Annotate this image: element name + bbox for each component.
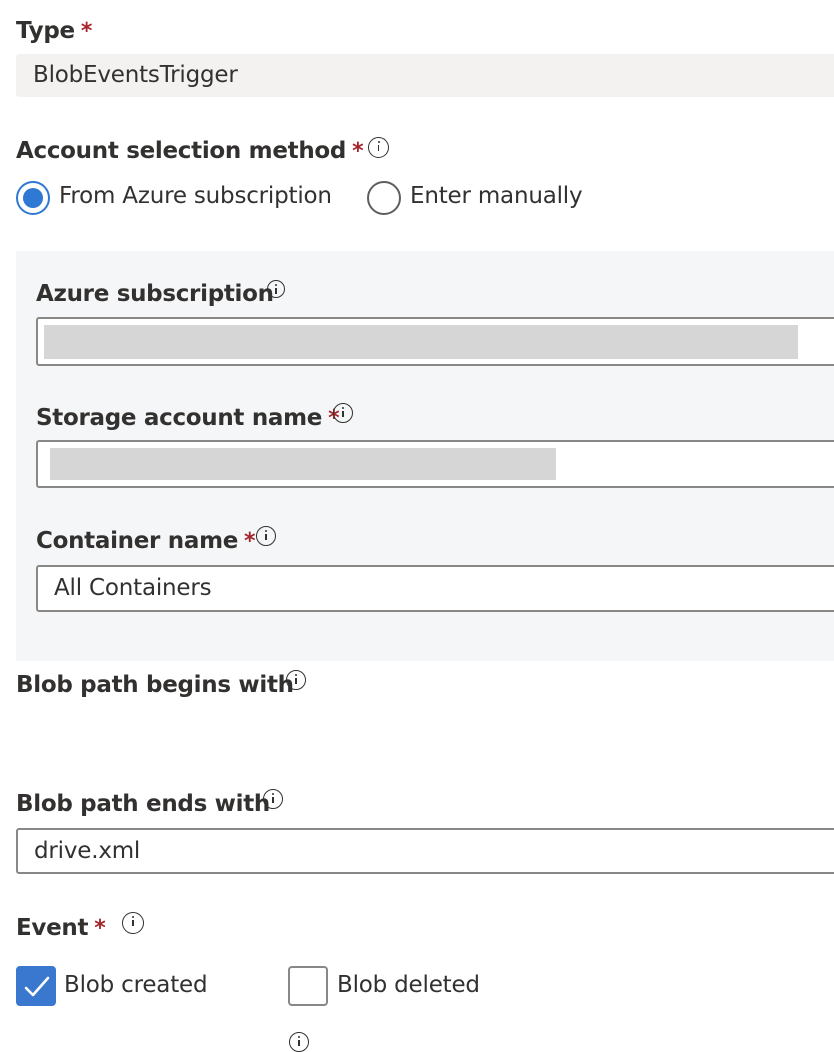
azure-subscription-dropdown[interactable]	[36, 317, 834, 366]
info-icon[interactable]	[289, 1032, 309, 1052]
blob-path-ends-input[interactable]: drive.xml	[16, 828, 834, 874]
checkbox-label: Blob created	[64, 972, 208, 998]
required-mark: *	[244, 529, 256, 554]
info-icon[interactable]	[333, 403, 353, 423]
azure-subscription-label-text: Azure subscription	[36, 281, 274, 307]
info-icon[interactable]	[263, 789, 283, 809]
container-name-dropdown[interactable]: All Containers	[36, 565, 834, 612]
checkbox-blob-deleted[interactable]: Blob deleted	[288, 966, 508, 1006]
info-icon[interactable]	[256, 526, 276, 546]
radio-button-selected[interactable]	[16, 181, 50, 215]
required-mark: *	[94, 916, 106, 941]
blob-path-ends-label-text: Blob path ends with	[16, 791, 270, 817]
redacted-value	[50, 448, 556, 480]
storage-account-dropdown[interactable]	[36, 440, 834, 488]
type-field: BlobEventsTrigger	[16, 54, 834, 97]
type-label-text: Type	[16, 18, 75, 44]
blob-path-ends-value: drive.xml	[34, 838, 141, 864]
blob-path-ends-label: Blob path ends with	[16, 790, 270, 818]
checkbox-checked[interactable]	[16, 966, 56, 1006]
checkbox-blob-created[interactable]: Blob created	[16, 966, 236, 1006]
info-icon[interactable]	[122, 912, 144, 934]
type-value: BlobEventsTrigger	[33, 62, 238, 88]
info-icon[interactable]	[286, 670, 306, 690]
required-mark: *	[80, 19, 93, 44]
storage-account-label-text: Storage account name	[36, 405, 323, 431]
container-name-label-text: Container name	[36, 528, 239, 554]
redacted-value	[44, 325, 798, 359]
account-selection-label-text: Account selection method	[16, 138, 347, 164]
container-name-value: All Containers	[54, 575, 212, 601]
event-label-text: Event	[16, 915, 89, 941]
checkbox-unchecked[interactable]	[288, 966, 328, 1006]
storage-account-label: Storage account name *	[36, 404, 340, 433]
azure-subscription-label: Azure subscription	[36, 280, 274, 308]
blob-path-begins-input[interactable]	[16, 708, 834, 754]
blob-path-begins-label: Blob path begins with	[16, 671, 294, 699]
info-icon[interactable]	[267, 280, 285, 298]
container-name-label: Container name *	[36, 527, 256, 556]
info-icon[interactable]	[368, 137, 389, 158]
radio-enter-manually[interactable]: Enter manually	[367, 181, 597, 217]
radio-from-azure-subscription[interactable]: From Azure subscription	[16, 181, 346, 217]
blob-path-begins-label-text: Blob path begins with	[16, 672, 294, 698]
checkbox-label: Blob deleted	[337, 972, 480, 998]
event-label: Event *	[16, 914, 106, 943]
radio-label: From Azure subscription	[59, 183, 332, 209]
radio-label: Enter manually	[410, 183, 583, 209]
account-selection-label: Account selection method *	[16, 137, 364, 166]
required-mark: *	[352, 139, 364, 164]
radio-button-unselected[interactable]	[367, 181, 401, 215]
type-label: Type *	[16, 17, 92, 46]
checkmark-icon	[24, 976, 50, 997]
